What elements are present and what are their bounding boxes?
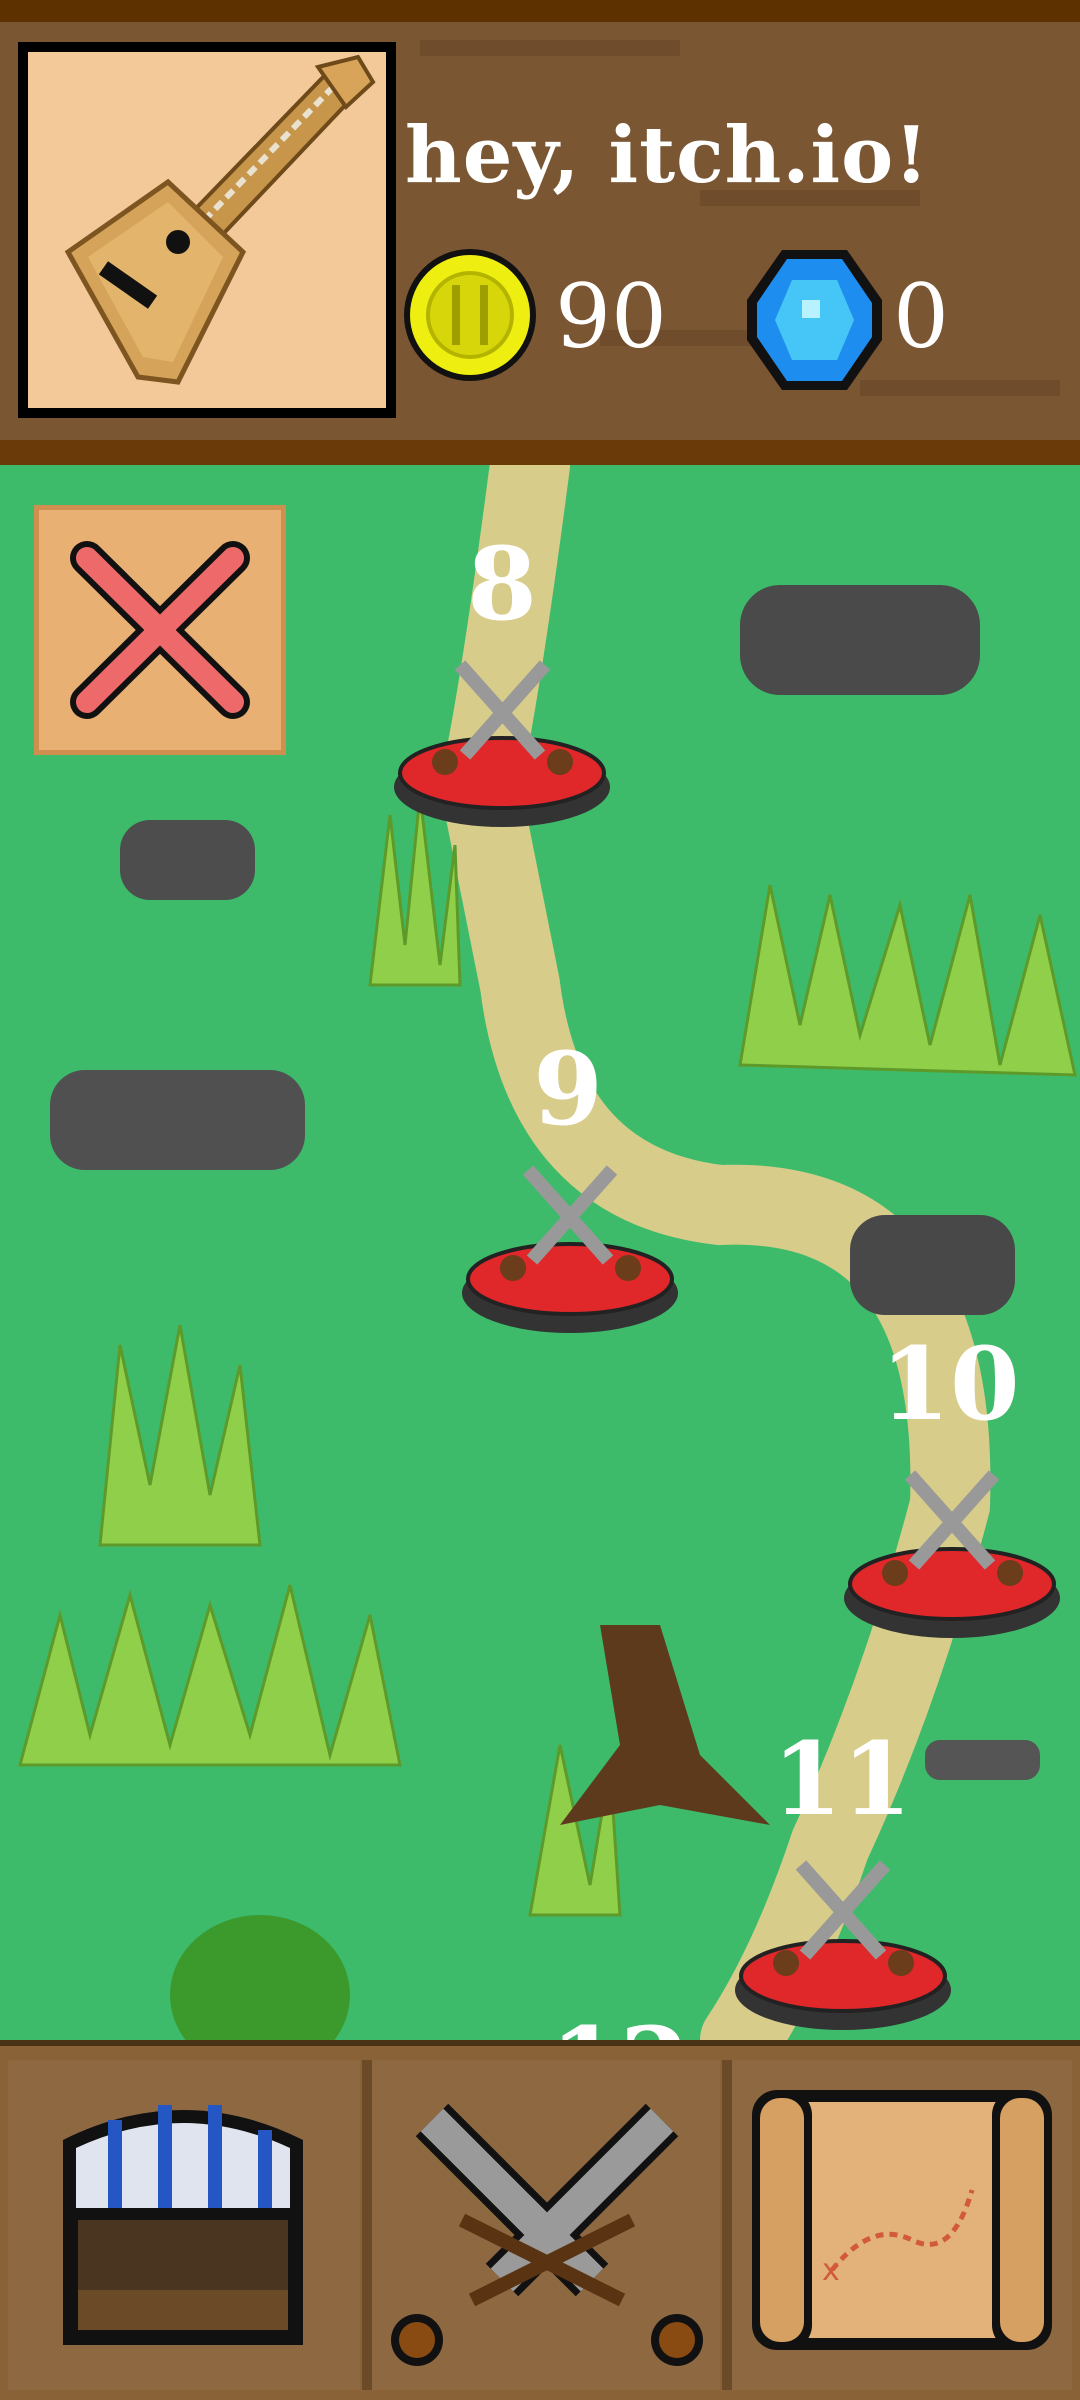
level-label-10[interactable]: 10 (850, 1325, 1050, 1443)
tree-stump (560, 1625, 770, 1825)
nav-battle-button[interactable] (372, 2060, 720, 2390)
gold-coin-icon (400, 245, 540, 385)
lute-icon (64, 54, 376, 385)
level-label-11[interactable]: 11 (742, 1720, 942, 1838)
blue-gem-icon (742, 245, 887, 395)
svg-text:x: x (822, 2253, 840, 2288)
player-avatar[interactable] (18, 42, 396, 418)
wood-grain (420, 40, 680, 56)
header-bottom-border (0, 440, 1080, 465)
treasure-map-icon: x (752, 2090, 1052, 2350)
bush (170, 1915, 350, 2040)
level-label-12[interactable]: 12 (520, 2005, 720, 2040)
coin-count: 90 (555, 265, 667, 368)
nav-divider (722, 2060, 732, 2390)
nav-map-button[interactable]: x (732, 2060, 1072, 2390)
close-icon (70, 541, 250, 719)
shop-icon (63, 2105, 303, 2345)
rock (50, 1070, 305, 1170)
level-label-9[interactable]: 9 (468, 1030, 668, 1148)
level-label-8[interactable]: 8 (402, 525, 602, 643)
close-button[interactable] (34, 505, 286, 755)
nav-divider (362, 2060, 372, 2390)
rock (925, 1740, 1040, 1780)
rock (850, 1215, 1015, 1315)
wood-grain (860, 380, 1060, 396)
rock (120, 820, 255, 900)
gem-count: 0 (893, 265, 949, 368)
header-top-border (0, 0, 1080, 22)
nav-shop-button[interactable] (8, 2060, 360, 2390)
player-greeting: hey, itch.io! (405, 110, 930, 201)
rock (740, 585, 980, 695)
crossed-swords-icon (391, 2103, 703, 2366)
bottom-nav: x (0, 2040, 1080, 2400)
